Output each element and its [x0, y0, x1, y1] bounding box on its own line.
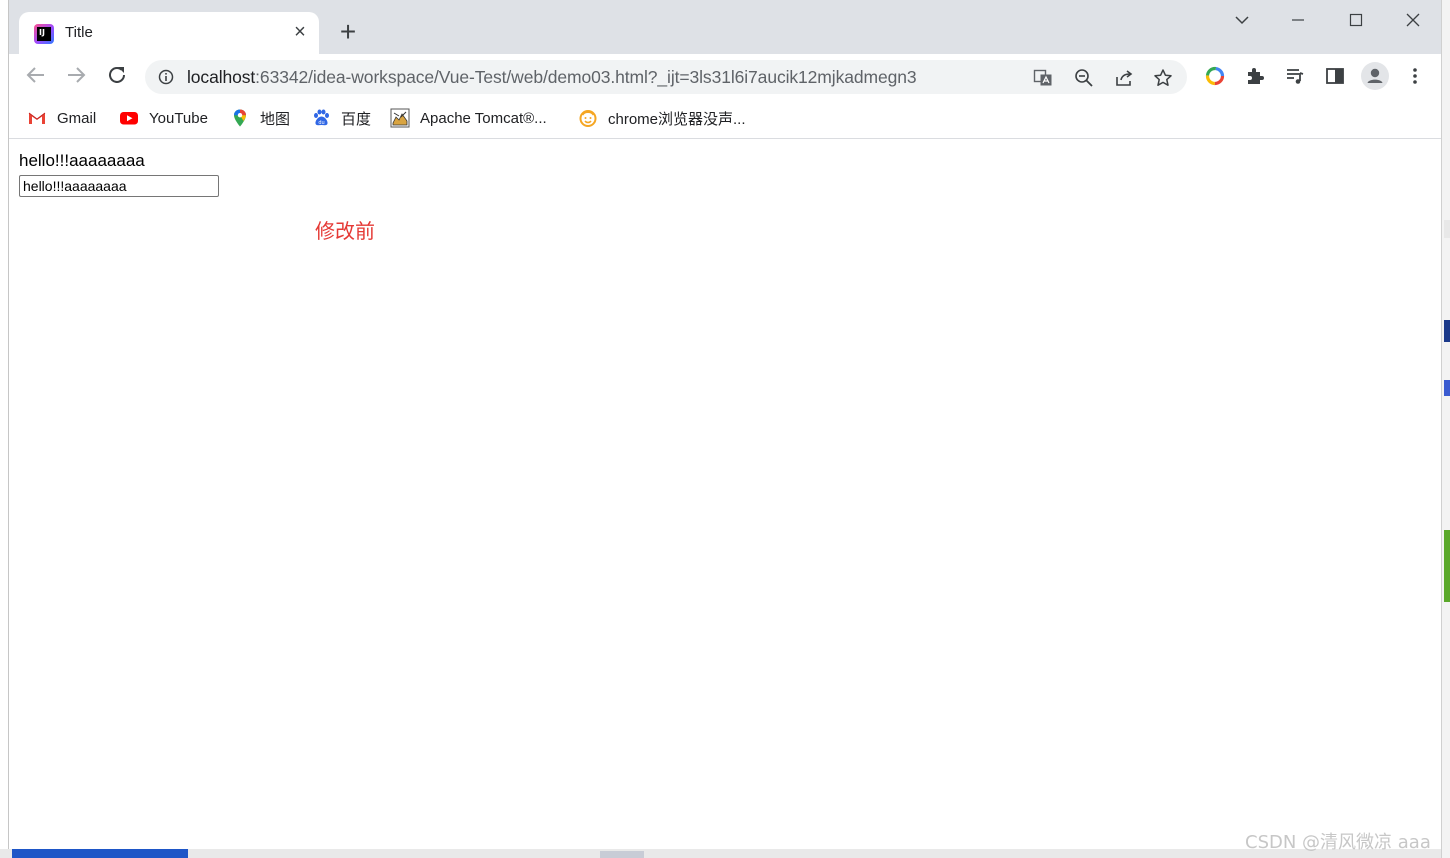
background-window-edge [1441, 0, 1450, 858]
csdn-watermark: CSDN @清风微凉 aaa [1245, 832, 1431, 853]
bookmark-star-icon[interactable] [1153, 68, 1173, 88]
status-text: 修改前 [315, 219, 375, 243]
forward-button[interactable] [63, 64, 89, 88]
maximize-icon [1349, 13, 1363, 27]
svg-text:du: du [318, 120, 324, 126]
background-taskbar-strip [0, 849, 1441, 858]
message-text: hello!!!aaaaaaaa [19, 151, 145, 170]
smiley-icon [578, 108, 598, 128]
media-queue-icon[interactable] [1285, 66, 1305, 86]
minimize-icon [1292, 19, 1304, 21]
back-button[interactable] [23, 64, 49, 88]
translate-icon[interactable] [1033, 68, 1053, 88]
google-extension-icon[interactable] [1205, 66, 1225, 86]
baidu-paw-icon: du [311, 108, 331, 128]
maximize-button[interactable] [1333, 6, 1379, 34]
browser-window: IJ Title × + localhost:63342/idea-worksp… [8, 0, 1441, 849]
intellij-favicon-icon: IJ [34, 24, 54, 44]
close-window-button[interactable] [1390, 6, 1436, 34]
puzzle-extensions-icon[interactable] [1245, 66, 1265, 86]
title-bar: IJ Title × + [9, 0, 1441, 54]
zoom-out-icon[interactable] [1074, 68, 1094, 88]
bookmark-maps[interactable]: 地图 [230, 107, 290, 129]
browser-toolbar: localhost:63342/idea-workspace/Vue-Test/… [9, 54, 1441, 98]
profile-avatar-icon[interactable] [1361, 62, 1389, 90]
bookmarks-bar: Gmail YouTube 地图 du 百度 Apache Tomcat®... [9, 98, 1441, 139]
maps-pin-icon [230, 108, 250, 128]
page-content: hello!!!aaaaaaaa 修改前 [9, 139, 1441, 849]
close-icon [1406, 13, 1420, 27]
address-bar[interactable]: localhost:63342/idea-workspace/Vue-Test/… [145, 60, 1187, 94]
share-icon[interactable] [1114, 68, 1134, 88]
gmail-icon [27, 108, 47, 128]
side-panel-icon[interactable] [1325, 66, 1345, 86]
site-info-icon[interactable] [158, 69, 174, 85]
arrow-right-icon [68, 67, 86, 83]
reload-button[interactable] [104, 64, 130, 88]
bookmark-gmail[interactable]: Gmail [27, 107, 96, 129]
active-tab[interactable]: IJ Title × [19, 12, 319, 54]
tomcat-icon [390, 108, 410, 128]
bookmark-youtube[interactable]: YouTube [119, 107, 208, 129]
bookmark-chrome-sound[interactable]: chrome浏览器没声... [578, 107, 746, 129]
message-input[interactable] [19, 175, 219, 197]
youtube-icon [119, 108, 139, 128]
arrow-left-icon [26, 67, 44, 83]
tab-close-icon[interactable]: × [289, 21, 311, 43]
minimize-button[interactable] [1275, 6, 1321, 34]
tab-search-button[interactable] [1219, 6, 1265, 34]
bookmark-baidu[interactable]: du 百度 [311, 107, 371, 129]
reload-icon [109, 66, 125, 83]
chevron-down-icon [1235, 16, 1249, 25]
tab-title: Title [65, 24, 93, 41]
url-text[interactable]: localhost:63342/idea-workspace/Vue-Test/… [187, 67, 917, 88]
more-menu-icon[interactable] [1405, 66, 1425, 86]
bookmark-tomcat[interactable]: Apache Tomcat®... [390, 107, 547, 129]
new-tab-button[interactable]: + [335, 18, 361, 46]
